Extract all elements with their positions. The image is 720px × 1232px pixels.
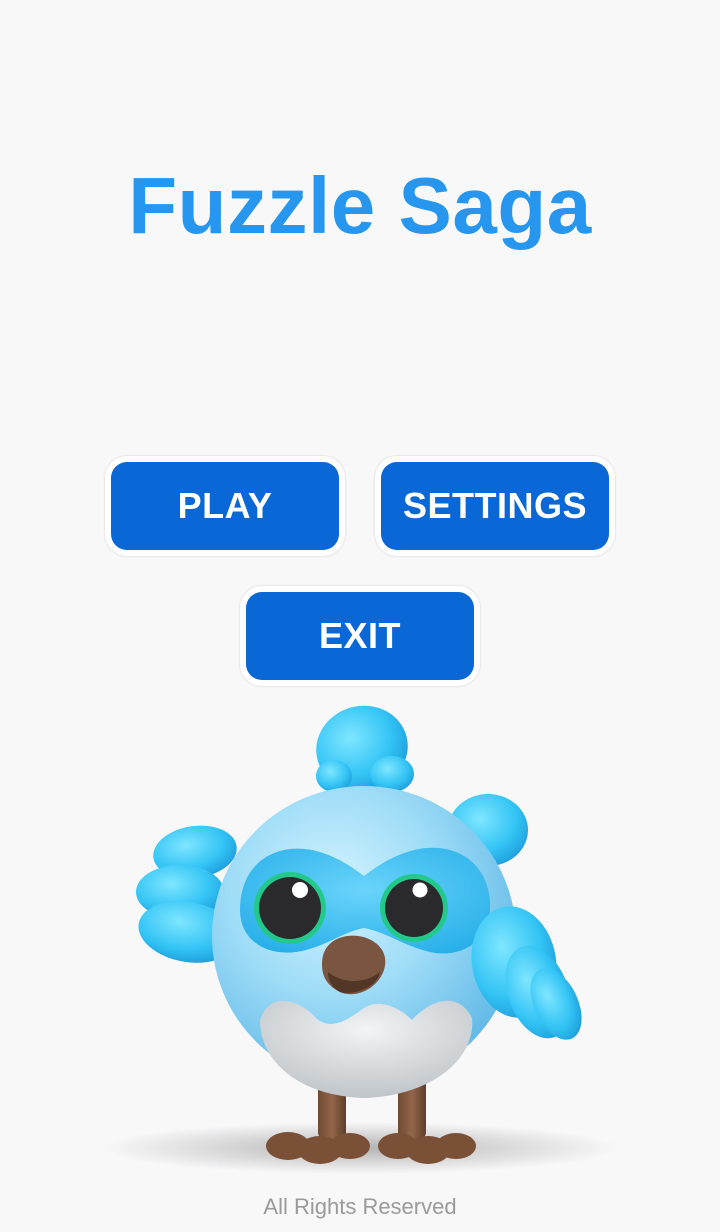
copyright-footer: All Rights Reserved bbox=[263, 1194, 457, 1219]
settings-button-label: SETTINGS bbox=[381, 462, 609, 550]
play-button-label: PLAY bbox=[111, 462, 339, 550]
exit-button-label: EXIT bbox=[246, 592, 474, 680]
settings-button[interactable]: SETTINGS bbox=[375, 456, 615, 556]
blue-bird-mascot-icon bbox=[100, 705, 620, 1174]
exit-button[interactable]: EXIT bbox=[240, 586, 480, 686]
main-menu-screen: Fuzzle Saga PLAY SETTINGS EXIT All Right… bbox=[0, 0, 720, 1232]
game-title: Fuzzle Saga bbox=[128, 161, 592, 250]
play-button[interactable]: PLAY bbox=[105, 456, 345, 556]
